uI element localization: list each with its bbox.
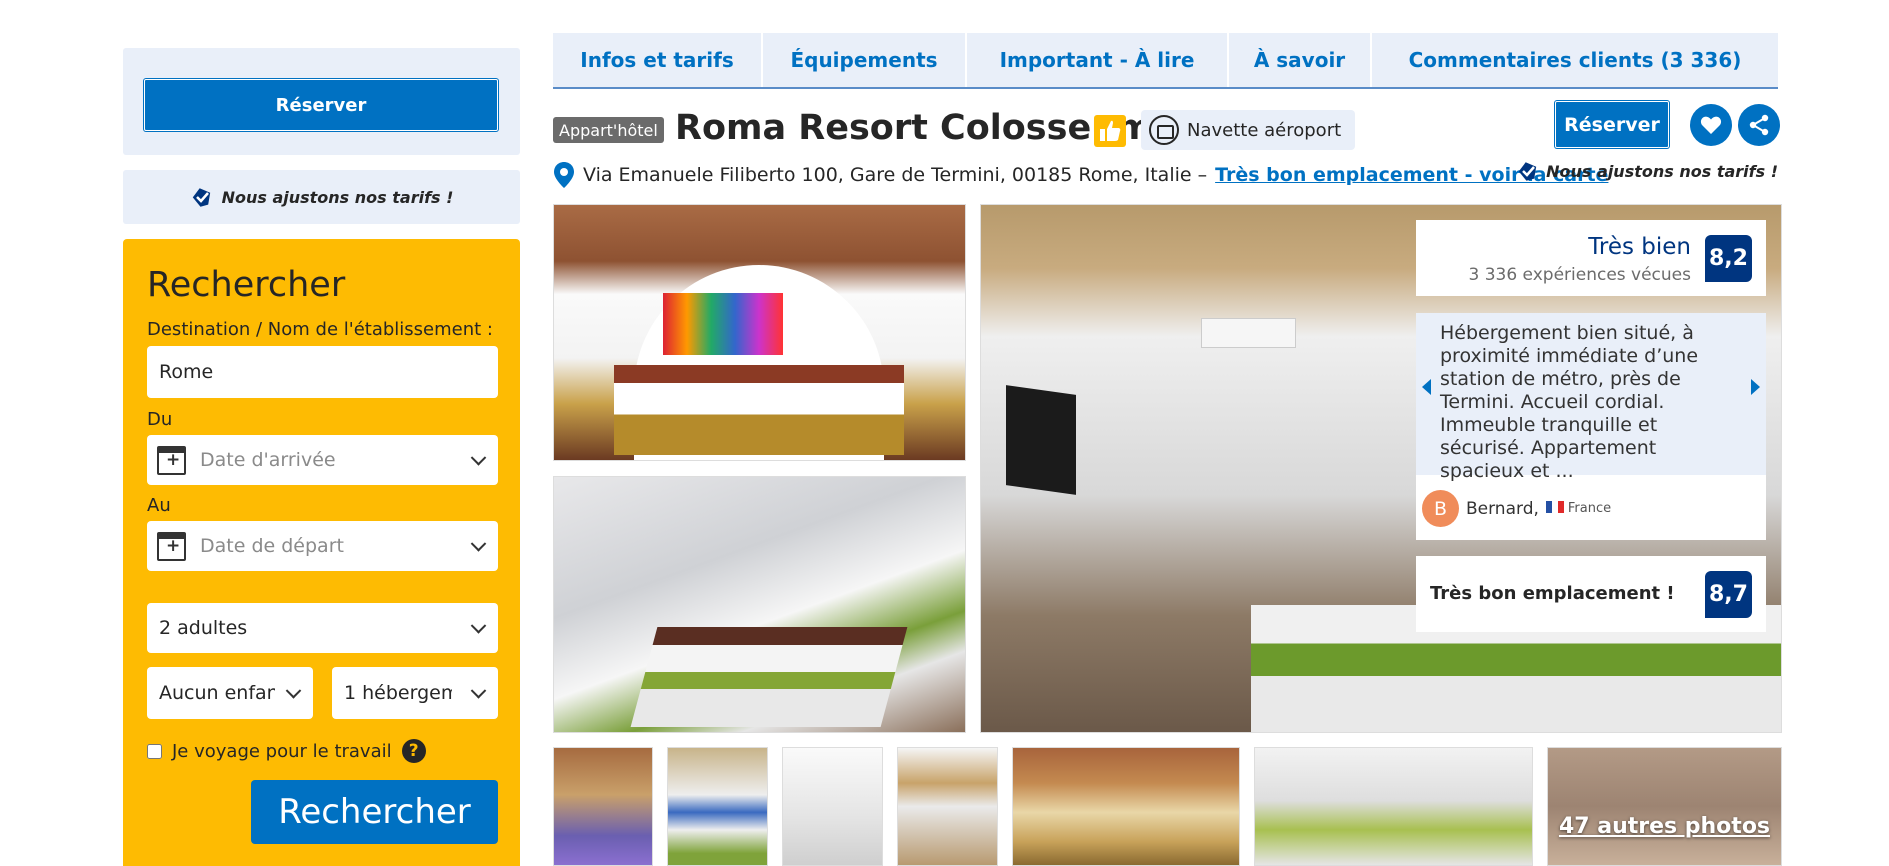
search-button[interactable]: Rechercher	[251, 780, 498, 844]
wall-artwork	[663, 293, 783, 355]
checkout-placeholder: Date de départ	[200, 535, 344, 557]
map-pin-icon	[554, 162, 574, 188]
badge-check-icon	[192, 188, 210, 207]
avatar: B	[1422, 490, 1459, 527]
tab-infos-tarifs[interactable]: Infos et tarifs	[553, 33, 763, 87]
country-name: France	[1567, 501, 1612, 516]
review-author: B Bernard, France	[1422, 490, 1611, 527]
tab-important[interactable]: Important - À lire	[967, 33, 1229, 87]
children-select[interactable]: Aucun enfant	[147, 667, 313, 719]
heart-icon	[1700, 116, 1722, 134]
photo-thumbnail[interactable]	[667, 747, 768, 866]
chevron-down-icon	[470, 683, 487, 699]
review-score-card[interactable]: Très bien 3 336 expériences vécues 8,2	[1416, 220, 1766, 296]
photo-thumbnail[interactable]	[897, 747, 998, 866]
tab-equipements[interactable]: Équipements	[763, 33, 967, 87]
air-conditioner	[1201, 318, 1296, 348]
adults-select[interactable]: 2 adultes	[147, 603, 498, 653]
header-book-button[interactable]: Réserver	[1555, 101, 1669, 148]
location-score-card[interactable]: Très bon emplacement ! 8,7	[1416, 556, 1766, 632]
photo-bedroom-arch[interactable]	[553, 204, 966, 461]
share-button[interactable]	[1738, 104, 1780, 146]
shuttle-label: Navette aéroport	[1187, 119, 1342, 141]
calendar-icon	[157, 531, 186, 561]
children-value: Aucun enfant	[159, 682, 275, 704]
review-text: Hébergement bien situé, à proximité immé…	[1416, 313, 1766, 482]
work-trip-row: Je voyage pour le travail ?	[147, 739, 426, 763]
rooms-value: 1 hébergement	[344, 682, 452, 704]
bed	[630, 627, 908, 727]
price-adjust-text: Nous ajustons nos tarifs !	[221, 187, 454, 207]
tab-a-savoir[interactable]: À savoir	[1229, 33, 1372, 87]
sidebar-price-adjust-banner: Nous ajustons nos tarifs !	[123, 170, 520, 224]
share-icon	[1749, 114, 1769, 136]
property-type-badge: Appart'hôtel	[553, 117, 664, 143]
chevron-down-icon	[470, 450, 487, 466]
checkin-label: Du	[147, 409, 173, 430]
sidebar-book-button[interactable]: Réserver	[144, 79, 498, 131]
review-score-badge: 8,2	[1705, 235, 1752, 282]
search-title: Rechercher	[147, 265, 346, 305]
france-flag-icon	[1545, 501, 1564, 513]
photo-thumbnail[interactable]	[782, 747, 883, 866]
tab-reviews[interactable]: Commentaires clients (3 336)	[1372, 33, 1778, 87]
hotel-title: Roma Resort Colosseum	[675, 108, 1153, 148]
destination-value: Rome	[159, 361, 214, 383]
prev-review-arrow-icon[interactable]	[1422, 379, 1431, 395]
rating-word: Très bien	[1588, 234, 1691, 260]
chevron-down-icon	[285, 683, 302, 699]
chevron-down-icon	[470, 618, 487, 634]
author-country: France	[1545, 501, 1612, 516]
address-text: Via Emanuele Filiberto 100, Gare de Term…	[583, 164, 1208, 186]
calendar-icon	[157, 445, 186, 475]
property-tabs: Infos et tarifs Équipements Important - …	[553, 33, 1778, 89]
work-trip-label: Je voyage pour le travail	[172, 740, 392, 762]
photo-thumbnail[interactable]	[1012, 747, 1240, 866]
checkin-date-field[interactable]: Date d'arrivée	[147, 435, 498, 485]
search-panel: Rechercher Destination / Nom de l'établi…	[123, 239, 520, 866]
photo-thumbnail[interactable]	[553, 747, 653, 866]
review-count: 3 336 expériences vécues	[1468, 265, 1691, 285]
airport-shuttle-badge: Navette aéroport	[1141, 110, 1356, 150]
author-name: Bernard,	[1466, 498, 1539, 519]
shuttle-bus-icon	[1149, 115, 1179, 145]
photo-thumbnail[interactable]	[1254, 747, 1533, 866]
destination-input[interactable]: Rome	[147, 346, 498, 398]
thumbs-up-icon	[1094, 115, 1126, 147]
next-review-arrow-icon[interactable]	[1751, 379, 1760, 395]
price-adjust-text: Nous ajustons nos tarifs !	[1546, 161, 1778, 181]
chevron-down-icon	[470, 536, 487, 552]
destination-label: Destination / Nom de l'établissement :	[147, 319, 493, 340]
work-trip-checkbox[interactable]	[147, 743, 162, 759]
header-price-adjust: Nous ajustons nos tarifs !	[1516, 160, 1778, 182]
bed	[614, 365, 904, 455]
more-photos-link[interactable]: 47 autres photos	[1548, 814, 1781, 839]
checkout-date-field[interactable]: Date de départ	[147, 521, 498, 571]
checkin-placeholder: Date d'arrivée	[200, 449, 336, 471]
rooms-select[interactable]: 1 hébergement	[332, 667, 498, 719]
location-score-label: Très bon emplacement !	[1430, 583, 1675, 604]
help-icon[interactable]: ?	[401, 739, 426, 763]
address-line: Via Emanuele Filiberto 100, Gare de Term…	[553, 161, 1608, 189]
featured-review-card: Hébergement bien situé, à proximité immé…	[1416, 313, 1766, 540]
more-photos-thumbnail[interactable]: 47 autres photos	[1547, 747, 1782, 866]
location-score-badge: 8,7	[1705, 571, 1752, 618]
adults-value: 2 adultes	[159, 617, 248, 639]
checkout-label: Au	[147, 495, 171, 516]
sidebar-book-panel: Réserver	[123, 48, 520, 155]
television	[1006, 385, 1076, 495]
photo-bedroom-window[interactable]	[553, 476, 966, 733]
save-favorite-button[interactable]	[1690, 104, 1732, 146]
badge-check-icon	[1518, 162, 1537, 181]
